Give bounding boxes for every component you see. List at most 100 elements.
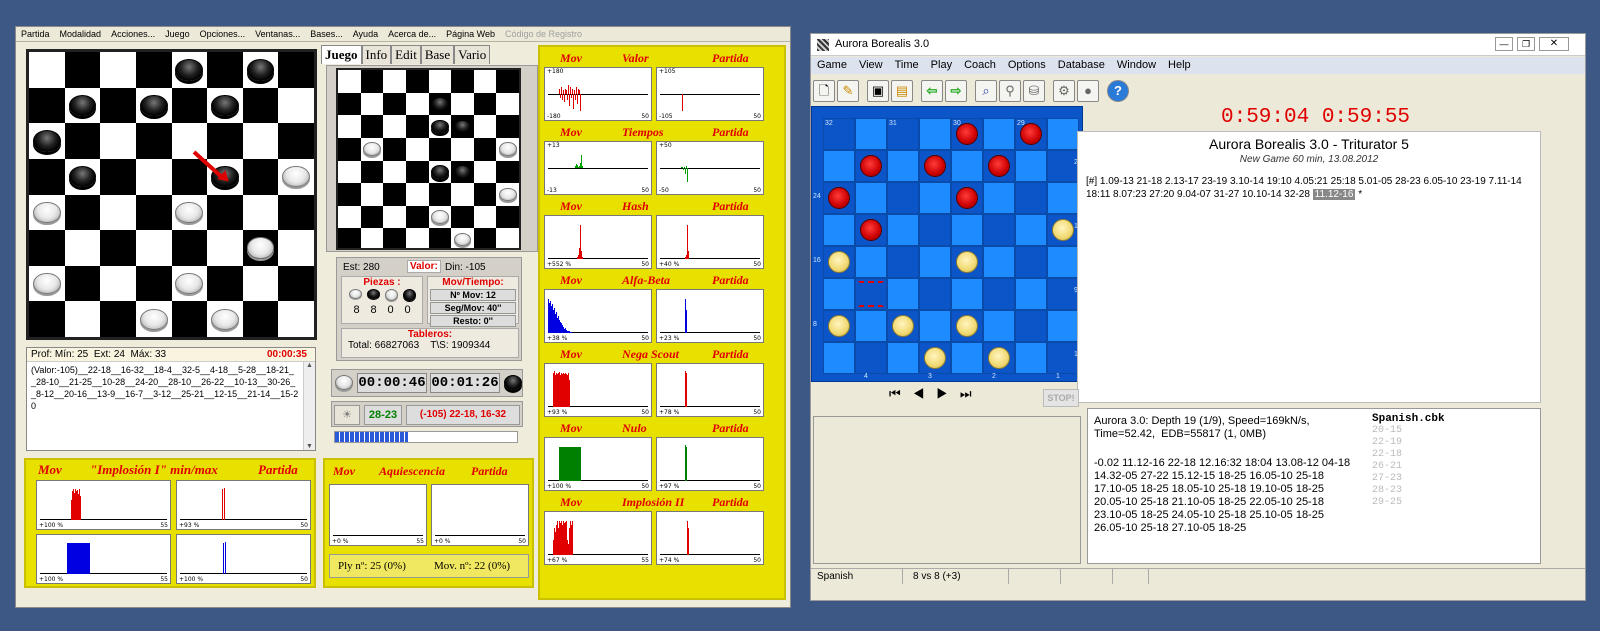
save-icon[interactable]: ▣ (867, 80, 889, 102)
close-icon[interactable]: ✕ (1539, 37, 1569, 51)
main-board-white-piece[interactable] (211, 308, 239, 330)
chat-icon[interactable]: ● (1077, 80, 1099, 102)
menu-item-6[interactable]: Bases... (305, 27, 348, 42)
last-move-icon[interactable]: ⏭ (960, 386, 984, 401)
mini-board-black-piece[interactable] (430, 119, 449, 134)
aurora-menu-game[interactable]: Game (811, 57, 853, 74)
tab-1[interactable]: Info (361, 45, 392, 64)
yellow-piece[interactable] (988, 347, 1010, 369)
yellow-piece[interactable] (892, 315, 914, 337)
aurora-menu-coach[interactable]: Coach (958, 57, 1002, 74)
menu-item-0[interactable]: Partida (16, 27, 55, 42)
book-move[interactable]: 27-23 (1372, 473, 1445, 485)
restore-icon[interactable]: ❐ (1517, 37, 1535, 51)
mini-board-white-piece[interactable] (430, 210, 449, 224)
yellow-piece[interactable] (1052, 219, 1074, 241)
menu-item-7[interactable]: Ayuda (348, 27, 383, 42)
aurora-menu-view[interactable]: View (853, 57, 889, 74)
minimize-icon[interactable]: — (1495, 37, 1513, 51)
red-piece[interactable] (924, 155, 946, 177)
n-mov-button[interactable]: Nº Mov: 12 (430, 289, 516, 301)
red-piece[interactable] (828, 187, 850, 209)
yellow-piece[interactable] (956, 315, 978, 337)
mini-board-black-piece[interactable] (430, 97, 449, 111)
stop-button[interactable]: STOP! (1043, 389, 1079, 407)
main-board-white-piece[interactable] (246, 237, 275, 259)
aurora-menu-help[interactable]: Help (1162, 57, 1197, 74)
edit-icon[interactable]: ✎ (837, 80, 859, 102)
save-as-icon[interactable]: ▤ (891, 80, 913, 102)
next-move-icon[interactable]: ▶ (936, 386, 960, 401)
main-board-black-piece[interactable] (211, 94, 239, 117)
aurora-menu-window[interactable]: Window (1111, 57, 1162, 74)
yellow-piece[interactable] (924, 347, 946, 369)
aurora-checkers-board[interactable] (823, 118, 1079, 374)
mini-board-white-piece[interactable] (498, 187, 517, 202)
book-move[interactable]: 22-18 (1372, 449, 1445, 461)
mini-board-black-piece[interactable] (430, 165, 449, 179)
search-icon[interactable]: ⚲ (999, 80, 1021, 102)
last-move-button[interactable]: 28-23 (364, 405, 402, 425)
main-board-black-piece[interactable] (175, 59, 204, 81)
settings-icon[interactable]: ⚙ (1053, 80, 1075, 102)
menu-item-4[interactable]: Opciones... (195, 27, 251, 42)
pv-scrollbar[interactable]: ▲ ▼ (303, 362, 315, 450)
tab-4[interactable]: Vario (454, 45, 491, 64)
book-move[interactable]: 28-23 (1372, 485, 1445, 497)
red-piece[interactable] (956, 187, 978, 209)
main-checkers-board[interactable] (26, 49, 317, 340)
menu-item-3[interactable]: Juego (160, 27, 195, 42)
comment-panel[interactable] (813, 416, 1081, 564)
mini-board-black-piece[interactable] (453, 165, 472, 179)
best-line-button[interactable]: (-105) 22-18, 16-32 (406, 405, 520, 425)
zoom-icon[interactable]: ⌕ (975, 80, 997, 102)
menu-item-2[interactable]: Acciones... (106, 27, 160, 42)
scroll-down-icon[interactable]: ▼ (304, 443, 315, 450)
current-move[interactable]: 11.12-16 (1312, 189, 1356, 200)
tab-3[interactable]: Base (420, 45, 455, 64)
book-move[interactable]: 29-25 (1372, 497, 1445, 509)
yellow-piece[interactable] (828, 315, 850, 337)
yellow-piece[interactable] (828, 251, 850, 273)
main-board-black-piece[interactable] (139, 94, 168, 117)
resto-button[interactable]: Resto: 0'' (430, 315, 516, 327)
book-move[interactable]: 20-15 (1372, 425, 1445, 437)
mini-board-white-piece[interactable] (363, 142, 381, 156)
red-piece[interactable] (860, 219, 882, 241)
scroll-up-icon[interactable]: ▲ (304, 362, 315, 369)
prev-move-icon[interactable]: ◀ (913, 386, 937, 401)
mini-board-white-piece[interactable] (498, 142, 517, 156)
forward-arrow-icon[interactable]: ⇨ (945, 80, 967, 102)
database-icon[interactable]: ⛁ (1023, 80, 1045, 102)
menu-item-1[interactable]: Modalidad (55, 27, 107, 42)
main-board-black-piece[interactable] (32, 130, 61, 152)
menu-item-8[interactable]: Acerca de... (383, 27, 441, 42)
main-board-white-piece[interactable] (175, 201, 204, 223)
mini-checkers-board[interactable] (336, 68, 521, 250)
first-move-icon[interactable]: ⏮ (889, 386, 913, 401)
main-board-white-piece[interactable] (139, 308, 168, 330)
yellow-piece[interactable] (956, 251, 978, 273)
menu-item-10[interactable]: Código de Registro (500, 27, 587, 42)
tab-2[interactable]: Edit (391, 45, 421, 64)
red-piece[interactable] (988, 155, 1010, 177)
book-move[interactable]: 26-21 (1372, 461, 1445, 473)
red-piece[interactable] (860, 155, 882, 177)
seg-mov-button[interactable]: Seg/Mov: 40'' (430, 302, 516, 314)
menu-item-5[interactable]: Ventanas... (250, 27, 305, 42)
move-list-text[interactable]: [#] 1.09-13 21-18 2.13-17 23-19 3.10-14 … (1086, 176, 1522, 200)
lightbulb-icon[interactable]: ☀ (334, 405, 360, 425)
menu-item-9[interactable]: Página Web (441, 27, 500, 42)
main-board-white-piece[interactable] (32, 272, 61, 295)
tab-0[interactable]: Juego (321, 45, 362, 64)
book-move[interactable]: 22-19 (1372, 437, 1445, 449)
aurora-menu-time[interactable]: Time (889, 57, 925, 74)
aurora-menu-play[interactable]: Play (925, 57, 958, 74)
help-icon[interactable]: ? (1107, 80, 1129, 102)
back-arrow-icon[interactable]: ⇦ (921, 80, 943, 102)
aurora-menu-database[interactable]: Database (1052, 57, 1111, 74)
main-board-black-piece[interactable] (246, 59, 275, 81)
aurora-menu-options[interactable]: Options (1002, 57, 1052, 74)
new-document-icon[interactable]: 🗋 (813, 80, 835, 102)
main-board-white-piece[interactable] (32, 201, 61, 223)
